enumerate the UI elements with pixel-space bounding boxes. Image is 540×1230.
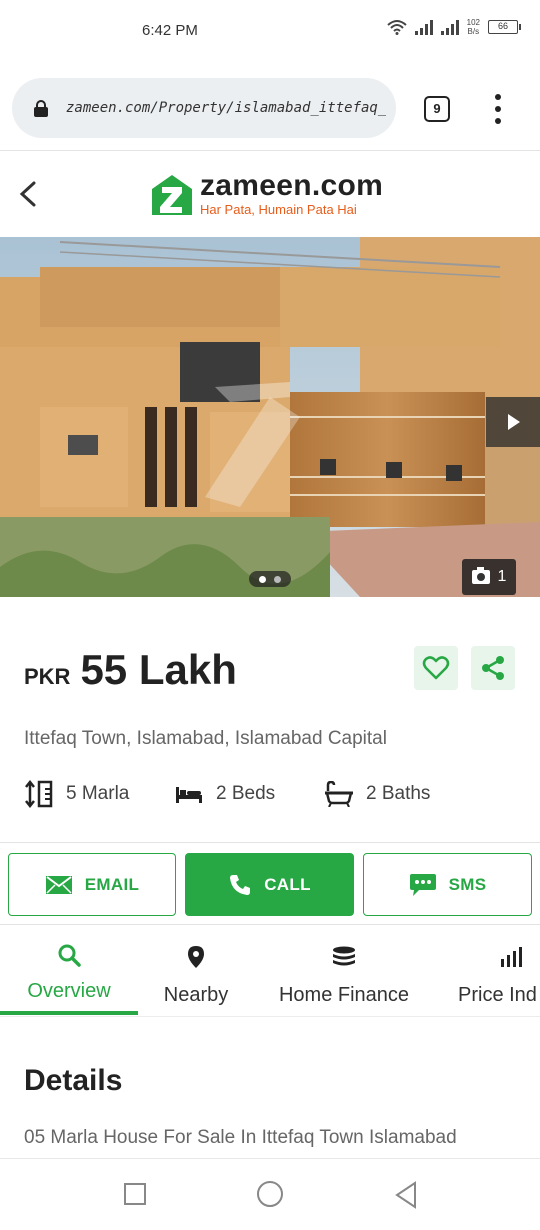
area-value: 5 Marla [66,783,130,804]
divider [0,842,540,843]
phone-icon [230,874,251,895]
divider [0,1016,540,1017]
url-text[interactable]: zameen.com/Property/islamabad_ittefaq_to [66,100,386,116]
feature-baths: 2 Baths [324,781,430,807]
wifi-icon [386,20,407,35]
tab-overview[interactable]: Overview [0,925,138,1017]
chat-bubble-icon [409,873,436,896]
tab-home-finance-label: Home Finance [278,984,410,1006]
coins-icon [333,946,355,966]
tab-nearby-label: Nearby [163,984,229,1006]
property-location: Ittefaq Town, Islamabad, Islamabad Capit… [24,728,387,749]
tab-overview-label: Overview [27,980,111,1002]
details-heading: Details [24,1064,123,1097]
sms-button-label: SMS [448,874,487,894]
play-video-button[interactable] [486,397,540,447]
email-button[interactable]: EMAIL [8,853,176,916]
feature-area: 5 Marla [24,780,174,808]
price-currency: PKR [24,664,71,689]
address-bar[interactable]: zameen.com/Property/islamabad_ittefaq_to [12,78,396,138]
bar-chart-icon [501,947,522,967]
site-logo[interactable]: zameen.com Har Pata, Humain Pata Hai [150,171,383,218]
photo-count: 1 [497,568,507,585]
chevron-left-icon [19,181,36,207]
status-icons: 102 B/s 66 [386,18,521,36]
heart-icon [422,656,450,680]
tab-price-index[interactable]: Price Ind [452,925,540,1017]
browser-toolbar: zameen.com/Property/islamabad_ittefaq_to… [0,72,540,144]
signal-icon [440,19,459,35]
pagination-dot-active[interactable] [259,575,266,583]
recent-apps-button[interactable] [124,1183,146,1205]
call-button[interactable]: CALL [185,853,354,916]
location-pin-icon [188,946,204,968]
site-name: zameen.com [200,169,384,202]
system-navigation-bar [0,1158,540,1230]
search-icon [58,944,81,967]
details-description: 05 Marla House For Sale In Ittefaq Town … [24,1127,457,1148]
tab-home-finance[interactable]: Home Finance [266,925,422,1017]
contact-actions: EMAIL CALL SMS [8,853,532,916]
beds-value: 2 Beds [216,783,276,804]
bed-icon [176,787,202,803]
share-icon [482,656,504,680]
share-button[interactable] [471,646,515,690]
tab-nearby[interactable]: Nearby [140,925,252,1017]
bathtub-icon [325,781,353,807]
call-button-label: CALL [264,874,311,894]
envelope-icon [45,875,72,894]
battery-icon: 66 [488,20,521,34]
status-bar: 6:42 PM 102 B/s 66 [0,0,540,64]
photo-count-badge[interactable]: 1 [462,559,516,595]
sms-button[interactable]: SMS [363,853,532,916]
email-button-label: EMAIL [84,874,140,894]
section-tabs: Overview Nearby Home Finance Price Ind [0,925,540,1017]
property-features: 5 Marla 2 Beds 2 Baths [24,780,430,808]
gallery-pagination[interactable] [249,571,291,587]
pagination-dot[interactable] [274,575,281,583]
lock-icon[interactable] [34,100,48,117]
property-photo [0,237,540,597]
tab-price-index-label: Price Ind [458,984,537,1006]
status-time: 6:42 PM [142,22,198,39]
browser-menu-button[interactable] [493,94,503,124]
back-button[interactable] [14,177,44,211]
area-icon [25,780,53,808]
signal-icon [414,19,433,35]
tab-switcher-button[interactable]: 9 [424,96,450,122]
zameen-logo-icon [152,174,192,215]
site-header: zameen.com Har Pata, Humain Pata Hai [0,151,540,237]
favorite-button[interactable] [414,646,458,690]
system-back-button[interactable] [394,1181,418,1209]
home-button[interactable] [257,1181,283,1207]
feature-beds: 2 Beds [174,783,324,805]
network-speed: 102 B/s [466,18,480,36]
price-row: PKR 55 Lakh [24,646,237,696]
property-image-gallery[interactable]: 1 [0,237,540,597]
site-tagline: Har Pata, Humain Pata Hai [200,202,357,217]
camera-icon [471,567,490,584]
baths-value: 2 Baths [366,783,431,804]
price-value: 55 Lakh [80,646,237,693]
